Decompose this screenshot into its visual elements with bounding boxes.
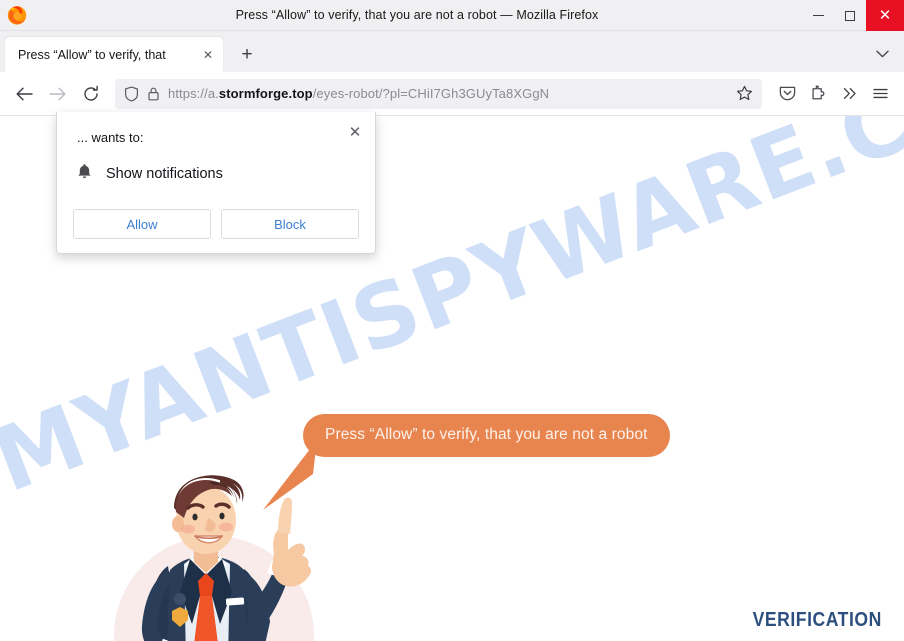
pocket-button[interactable] bbox=[772, 78, 803, 109]
tab-close-icon[interactable]: ✕ bbox=[199, 46, 217, 64]
reload-button[interactable] bbox=[74, 77, 107, 110]
toolbar-actions bbox=[772, 78, 896, 109]
browser-window: Press “Allow” to verify, that you are no… bbox=[0, 0, 904, 641]
title-bar: Press “Allow” to verify, that you are no… bbox=[0, 0, 904, 31]
new-tab-button[interactable]: + bbox=[231, 40, 263, 70]
back-button[interactable] bbox=[8, 77, 41, 110]
block-button[interactable]: Block bbox=[221, 209, 359, 239]
tab-strip: Press “Allow” to verify, that ✕ + bbox=[0, 31, 904, 72]
close-icon: ✕ bbox=[348, 124, 362, 141]
minimize-button[interactable] bbox=[802, 0, 834, 31]
double-chevron-right-icon bbox=[843, 87, 856, 100]
close-window-button[interactable]: ✕ bbox=[866, 0, 904, 31]
speech-bubble: Press “Allow” to verify, that you are no… bbox=[263, 414, 670, 510]
maximize-button[interactable] bbox=[834, 0, 866, 31]
back-arrow-icon bbox=[16, 87, 33, 100]
url-path: /eyes-robot/?pl=CHiI7Gh3GUyTa8XGgN bbox=[312, 86, 550, 101]
dialog-close-button[interactable]: ✕ bbox=[344, 121, 366, 143]
window-controls: ✕ bbox=[802, 0, 904, 31]
browser-tab[interactable]: Press “Allow” to verify, that ✕ bbox=[5, 37, 223, 72]
window-title: Press “Allow” to verify, that you are no… bbox=[235, 8, 599, 22]
navigation-toolbar: https://a.stormforge.top/eyes-robot/?pl=… bbox=[0, 72, 904, 116]
allow-button[interactable]: Allow bbox=[73, 209, 211, 239]
overflow-menu-button[interactable] bbox=[834, 78, 865, 109]
url-bar[interactable]: https://a.stormforge.top/eyes-robot/?pl=… bbox=[115, 78, 762, 109]
tab-label: Press “Allow” to verify, that bbox=[18, 47, 166, 62]
chevron-down-icon bbox=[875, 50, 889, 58]
puzzle-piece-icon bbox=[812, 85, 825, 100]
reload-icon bbox=[83, 85, 98, 101]
close-icon: ✕ bbox=[878, 7, 892, 24]
firefox-logo-icon bbox=[6, 4, 28, 26]
dialog-buttons: Allow Block bbox=[73, 209, 359, 239]
speech-bubble-text: Press “Allow” to verify, that you are no… bbox=[325, 426, 648, 443]
star-icon bbox=[736, 85, 752, 101]
forward-arrow-icon bbox=[49, 87, 66, 100]
list-all-tabs-button[interactable] bbox=[869, 41, 895, 67]
speech-bubble-body: Press “Allow” to verify, that you are no… bbox=[263, 414, 670, 510]
dialog-origin-label: ... wants to: bbox=[77, 130, 144, 145]
bookmark-button[interactable] bbox=[733, 83, 755, 105]
verification-footer-label: VERIFICATION bbox=[752, 609, 882, 631]
pocket-icon bbox=[779, 86, 796, 101]
app-menu-button[interactable] bbox=[865, 78, 896, 109]
url-domain: stormforge.top bbox=[218, 86, 313, 101]
url-text[interactable]: https://a.stormforge.top/eyes-robot/?pl=… bbox=[168, 86, 729, 101]
minimize-icon bbox=[812, 15, 824, 16]
lock-icon[interactable] bbox=[147, 86, 160, 102]
dialog-permission-row: Show notifications bbox=[77, 163, 359, 185]
shield-icon[interactable] bbox=[124, 86, 139, 102]
hamburger-menu-icon bbox=[873, 88, 888, 99]
maximize-icon bbox=[845, 10, 855, 21]
bell-icon bbox=[77, 163, 92, 185]
plus-icon: + bbox=[241, 44, 253, 65]
notification-permission-dialog: ✕ ... wants to: Show notifications Allow… bbox=[56, 112, 376, 254]
forward-button[interactable] bbox=[41, 77, 74, 110]
pointing-businessman-illustration bbox=[96, 474, 326, 641]
dialog-permission-label: Show notifications bbox=[106, 166, 223, 182]
extensions-button[interactable] bbox=[803, 78, 834, 109]
url-scheme: https://a. bbox=[168, 86, 219, 101]
